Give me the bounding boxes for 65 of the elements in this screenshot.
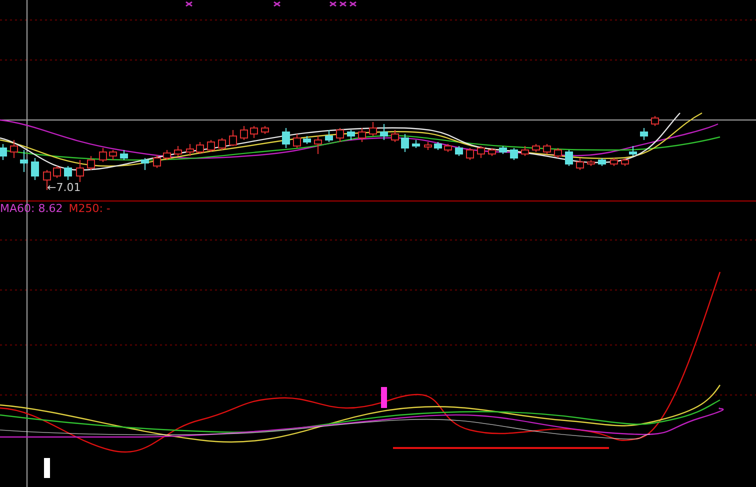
x-mark-icon [185,1,193,7]
candlestick [282,128,290,148]
candlestick [587,160,595,166]
legend-item: M250: - [68,202,110,215]
candlestick [380,124,388,140]
candlestick [109,150,117,160]
candlestick [347,130,355,140]
candlestick [610,158,618,166]
candlestick [218,138,226,150]
candlestick [141,158,149,170]
x-mark-icon [339,1,347,7]
candlestick [261,126,269,134]
candlestick [196,142,204,154]
candlestick [76,160,84,182]
candlestick [336,128,344,142]
candlestick [488,148,496,156]
candlestick [293,134,301,148]
candlestick [640,128,648,140]
candlestick [444,144,452,152]
candlestick [31,158,39,180]
candlestick [20,150,28,172]
candlestick [10,140,18,158]
x-mark-icon [329,1,337,7]
candlestick [64,166,72,180]
candlestick [120,150,128,160]
candlestick [543,144,551,154]
candlestick [358,128,366,142]
candlestick [207,140,215,152]
candlestick [651,116,659,126]
candlestick [174,146,182,156]
candlestick [477,146,485,158]
x-mark-icon [273,1,281,7]
candlestick [554,148,562,158]
candlestick [325,130,333,142]
candlestick [455,146,463,156]
signal-bar [381,387,387,408]
candlestick [186,144,194,156]
candlestick [565,150,573,166]
candlestick [314,136,322,154]
candlestick [576,158,584,170]
candlestick [163,150,171,160]
candlestick [99,148,107,162]
candlestick [53,166,61,178]
signal-bar [44,458,50,478]
candlestick [240,126,248,140]
candlestick [424,142,432,150]
candlestick [466,148,474,160]
candlestick [153,154,161,168]
candlestick [401,134,409,152]
candlestick [412,140,420,148]
candlestick [87,156,95,170]
candlestick [532,144,540,152]
candlestick [434,142,442,150]
candlestick [369,122,377,136]
candlestick [391,130,399,142]
candlestick [229,130,237,146]
candlestick [499,146,507,154]
candlestick [0,144,7,160]
x-mark-icon [349,1,357,7]
candlestick [521,146,529,156]
candlestick [598,158,606,166]
candlestick [250,126,258,138]
candlestick [303,136,311,144]
candlestick [510,148,518,160]
low-price-marker: ←7.01 [47,181,81,194]
